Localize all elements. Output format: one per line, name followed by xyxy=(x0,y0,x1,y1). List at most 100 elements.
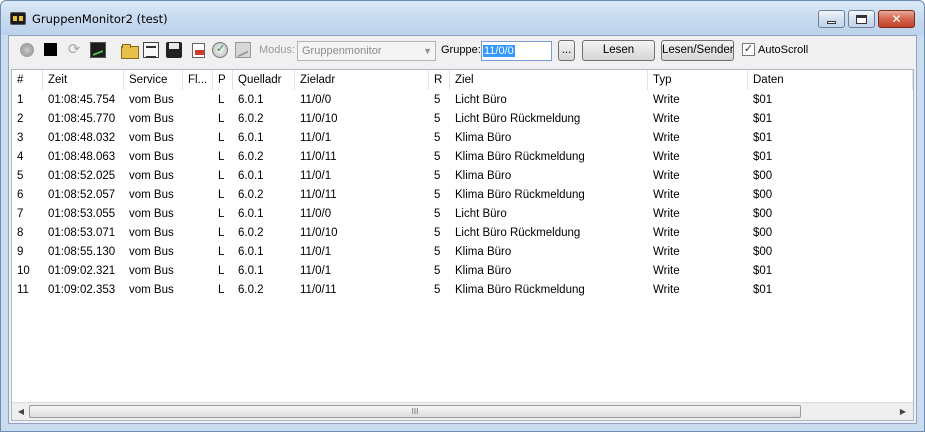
column-header-zeit[interactable]: Zeit xyxy=(43,70,124,90)
table-cell: $01 xyxy=(753,94,773,106)
table-cell: 11 xyxy=(17,284,29,296)
table-cell: Klima Büro xyxy=(455,132,512,144)
table-cell: L xyxy=(218,246,225,258)
scroll-left-icon[interactable]: ◀ xyxy=(15,406,27,418)
table-cell: vom Bus xyxy=(129,94,174,106)
table-cell: vom Bus xyxy=(129,265,174,277)
column-header-ziel[interactable]: Ziel xyxy=(450,70,648,90)
table-cell: Write xyxy=(653,170,680,182)
table-cell: 4 xyxy=(17,151,24,163)
table-row[interactable]: 5 01:08:52.025 vom Bus L 6.0.1 11/0/1 5 Klima B… xyxy=(12,167,913,186)
table-cell: Write xyxy=(653,284,680,296)
table-row[interactable]: 9 01:08:55.130 vom Bus L 6.0.1 11/0/1 5 Klima B… xyxy=(12,243,913,262)
gruppe-input[interactable]: 11/0/0 xyxy=(481,41,552,61)
table-cell: vom Bus xyxy=(129,227,174,239)
export-icon[interactable] xyxy=(190,42,206,58)
autoscroll-checkbox[interactable]: ✓ xyxy=(742,43,755,56)
column-header-routing[interactable]: R xyxy=(429,70,450,90)
column-header-priority[interactable]: P xyxy=(213,70,233,90)
table-cell: Klima Büro xyxy=(455,170,512,182)
browse-button[interactable]: ... xyxy=(558,40,575,61)
table-cell: 6 xyxy=(17,189,24,201)
table-row[interactable]: 2 01:08:45.770 vom Bus L 6.0.2 11/0/10 5 Licht … xyxy=(12,110,913,129)
close-button[interactable]: ✕ xyxy=(878,10,915,28)
column-header-daten[interactable]: Daten xyxy=(748,70,913,90)
table-cell xyxy=(183,205,213,224)
table-cell xyxy=(183,91,213,110)
monitor-icon[interactable] xyxy=(90,42,106,58)
column-header-number[interactable]: # xyxy=(12,70,43,90)
column-header-quelladr[interactable]: Quelladr xyxy=(233,70,295,90)
table-cell: 11/0/10 xyxy=(300,227,338,239)
table-cell: 01:08:48.032 xyxy=(48,132,116,144)
table-cell: Write xyxy=(653,151,680,163)
table-cell: vom Bus xyxy=(129,170,174,182)
table-row[interactable]: 8 01:08:53.071 vom Bus L 6.0.2 11/0/10 5 Licht … xyxy=(12,224,913,243)
scroll-right-icon[interactable]: ▶ xyxy=(897,406,909,418)
stop-icon[interactable] xyxy=(44,43,57,56)
table-cell: 5 xyxy=(434,170,441,182)
modus-label: Modus: xyxy=(259,44,296,56)
table-cell: L xyxy=(218,265,225,277)
table-cell: 6.0.1 xyxy=(238,170,264,182)
table-cell: 5 xyxy=(434,265,441,277)
table-cell: 6.0.2 xyxy=(238,284,264,296)
column-header-typ[interactable]: Typ xyxy=(648,70,748,90)
table-row[interactable]: 1 01:08:45.754 vom Bus L 6.0.1 11/0/0 5 Licht B… xyxy=(12,91,913,110)
table-cell: Licht Büro Rückmeldung xyxy=(455,113,581,125)
table-cell: 11/0/11 xyxy=(300,189,337,201)
save-icon[interactable] xyxy=(166,42,182,58)
message-table: # Zeit Service Fl... P Quelladr Zieladr … xyxy=(11,69,914,421)
list-icon[interactable] xyxy=(143,42,159,58)
maximize-button[interactable] xyxy=(848,10,875,28)
table-cell: $00 xyxy=(753,227,773,239)
table-cell: 8 xyxy=(17,227,24,239)
column-header-flags[interactable]: Fl... xyxy=(183,70,213,90)
table-cell: 6.0.1 xyxy=(238,246,264,258)
table-cell: vom Bus xyxy=(129,113,174,125)
horizontal-scrollbar[interactable]: ◀ III ▶ xyxy=(12,402,913,420)
scrollbar-thumb[interactable]: III xyxy=(29,405,801,418)
modus-select[interactable]: Gruppenmonitor ▼ xyxy=(297,41,436,61)
table-cell: $01 xyxy=(753,132,773,144)
column-header-zieladr[interactable]: Zieladr xyxy=(295,70,429,90)
refresh-icon[interactable]: ⟳ xyxy=(66,42,82,58)
open-folder-icon[interactable] xyxy=(121,42,139,59)
autoscroll-label[interactable]: AutoScroll xyxy=(758,44,808,56)
column-header-service[interactable]: Service xyxy=(124,70,183,90)
table-cell xyxy=(183,262,213,281)
table-cell: 5 xyxy=(434,227,441,239)
table-row[interactable]: 3 01:08:48.032 vom Bus L 6.0.1 11/0/1 5 Klima B… xyxy=(12,129,913,148)
table-cell: 6.0.2 xyxy=(238,227,264,239)
chart-icon[interactable] xyxy=(235,42,251,58)
table-row[interactable]: 6 01:08:52.057 vom Bus L 6.0.2 11/0/11 5 Klima … xyxy=(12,186,913,205)
table-cell: L xyxy=(218,132,225,144)
table-cell: $01 xyxy=(753,265,773,277)
table-cell: vom Bus xyxy=(129,132,174,144)
table-cell xyxy=(183,148,213,167)
table-cell: L xyxy=(218,189,225,201)
table-row[interactable]: 7 01:08:53.055 vom Bus L 6.0.1 11/0/0 5 Licht B… xyxy=(12,205,913,224)
table-cell: Write xyxy=(653,189,680,201)
table-cell: 11/0/1 xyxy=(300,170,332,182)
table-cell: Klima Büro Rückmeldung xyxy=(455,284,585,296)
lesen-sender-button[interactable]: Lesen/Sender xyxy=(661,40,734,61)
filter-icon[interactable] xyxy=(212,42,228,58)
record-icon[interactable] xyxy=(20,43,34,57)
table-cell: 1 xyxy=(17,94,24,106)
table-cell: 01:09:02.353 xyxy=(48,284,116,296)
table-row[interactable]: 11 01:09:02.353 vom Bus L 6.0.2 11/0/11 5 Klima… xyxy=(12,281,913,300)
table-cell: Write xyxy=(653,94,680,106)
table-cell: 01:08:45.754 xyxy=(48,94,116,106)
gruppe-label: Gruppe: xyxy=(441,44,481,56)
table-cell: L xyxy=(218,227,225,239)
table-row[interactable]: 10 01:09:02.321 vom Bus L 6.0.1 11/0/1 5 Klima … xyxy=(12,262,913,281)
title-bar[interactable]: GruppenMonitor2 (test) ✕ xyxy=(1,1,924,35)
table-row[interactable]: 4 01:08:48.063 vom Bus L 6.0.2 11/0/11 5 Klima … xyxy=(12,148,913,167)
lesen-button[interactable]: Lesen xyxy=(582,40,655,61)
table-cell: $01 xyxy=(753,284,773,296)
minimize-button[interactable] xyxy=(818,10,845,28)
table-cell: 3 xyxy=(17,132,24,144)
app-icon xyxy=(10,12,26,25)
table-cell: 5 xyxy=(434,151,441,163)
